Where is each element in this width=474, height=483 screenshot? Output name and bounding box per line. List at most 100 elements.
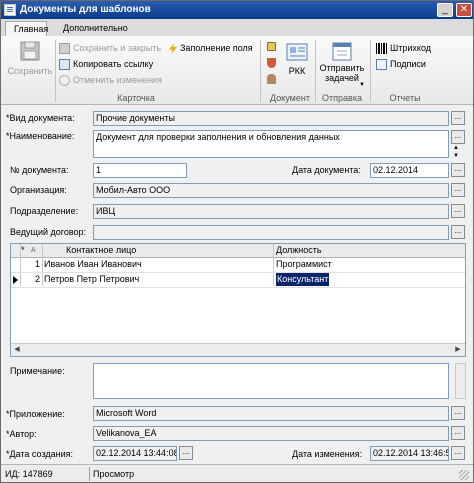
save-button[interactable]: Сохранить	[7, 40, 53, 76]
created-label: *Дата создания:	[6, 449, 73, 459]
doc-date-picker-button[interactable]: ...	[451, 163, 465, 177]
position-cell[interactable]: Консультант	[276, 273, 330, 286]
minimize-button[interactable]: _	[437, 3, 453, 17]
changed-label: Дата изменения:	[292, 449, 363, 459]
org-field[interactable]: Мобил-Авто ООО	[93, 183, 449, 198]
group-reports-label: Отчеты	[389, 93, 421, 103]
scroll-left-icon[interactable]: ◀	[12, 345, 22, 355]
group-document-label: Документ	[270, 93, 310, 103]
ribbon-tabs: Главная Дополнительно	[1, 19, 473, 37]
table-header: * A Контактное лицо Должность	[11, 244, 465, 258]
contract-picker-button[interactable]: ...	[451, 225, 465, 239]
doc-type-label: *Вид документа:	[6, 113, 75, 123]
header-position[interactable]: Должность	[276, 244, 322, 257]
row-number: 2	[35, 274, 41, 284]
save-icon	[20, 41, 40, 61]
author-label: *Автор:	[6, 429, 37, 439]
ribbon-divider	[55, 40, 56, 102]
cancel-changes-label: Отменить изменения	[73, 75, 162, 85]
person-icon	[267, 74, 276, 84]
card-icon	[286, 43, 308, 61]
group-card-label: Карточка	[117, 93, 155, 103]
dept-picker-button[interactable]: ...	[451, 204, 465, 218]
barcode-label: Штрихкод	[390, 43, 432, 53]
chevron-down-icon: ▼	[359, 82, 365, 88]
save-close-label: Сохранить и закрыть	[73, 43, 162, 53]
note-field[interactable]	[93, 363, 449, 399]
created-field[interactable]: 02.12.2014 13:44:08	[93, 446, 177, 461]
window: Документы для шаблонов _ ✕ Главная Допол…	[0, 0, 474, 483]
lightning-icon	[169, 43, 177, 55]
note-scrollbar[interactable]	[455, 363, 466, 399]
changed-field[interactable]: 02.12.2014 13:46:57	[370, 446, 449, 461]
shield-icon	[267, 58, 276, 68]
doc-date-label: Дата документа:	[292, 165, 361, 175]
horizontal-scrollbar[interactable]: ◀ ▶	[11, 343, 465, 356]
close-button[interactable]: ✕	[456, 3, 472, 17]
tab-additional[interactable]: Дополнительно	[55, 21, 136, 36]
scroll-down-arrow-icon: ▼	[453, 153, 459, 159]
changed-picker-button[interactable]: ...	[451, 446, 465, 460]
author-picker-button[interactable]: ...	[451, 426, 465, 440]
send-task-label-1: Отправить	[319, 63, 365, 73]
save-close-icon	[59, 43, 70, 55]
undo-icon	[59, 75, 70, 87]
status-mode: Просмотр	[93, 469, 135, 479]
status-bar: ИД: 147869 Просмотр	[1, 464, 473, 482]
scroll-right-icon[interactable]: ▶	[453, 345, 463, 355]
copy-link-button[interactable]: Копировать ссылку	[59, 57, 153, 71]
title-bar[interactable]: Документы для шаблонов _ ✕	[1, 1, 473, 19]
doc-type-picker-button[interactable]: ...	[451, 111, 465, 125]
contact-cell: Петров Петр Петрович	[44, 274, 140, 284]
app-field[interactable]: Microsoft Word	[93, 406, 449, 421]
app-label: *Приложение:	[6, 409, 65, 419]
org-picker-button[interactable]: ...	[451, 183, 465, 197]
position-cell: Программист	[276, 259, 332, 269]
dept-field[interactable]: ИВЦ	[93, 204, 449, 219]
status-divider	[89, 467, 90, 481]
link-icon	[59, 59, 70, 71]
tab-main[interactable]: Главная	[5, 21, 48, 36]
calendar-icon	[332, 42, 352, 61]
header-num[interactable]: A	[31, 244, 36, 257]
group-send-label: Отправка	[322, 93, 362, 103]
contract-field[interactable]	[93, 225, 449, 240]
author-field[interactable]: Velikanova_EA	[93, 426, 449, 441]
name-picker-button[interactable]: ...	[451, 130, 465, 144]
signatures-label: Подписи	[390, 59, 426, 69]
fill-fields-button[interactable]: Заполнение поля	[169, 41, 253, 55]
cancel-changes-button[interactable]: Отменить изменения	[59, 73, 162, 87]
document-icon	[4, 4, 16, 16]
window-title: Документы для шаблонов	[20, 4, 151, 15]
signatures-button[interactable]: Подписи	[376, 57, 426, 71]
dept-label: Подразделение:	[10, 206, 79, 216]
table-row[interactable]: 2 Петров Петр Петрович Консультант	[11, 273, 465, 288]
rkk-button[interactable]: РКК	[282, 42, 312, 76]
doc-type-field[interactable]: Прочие документы	[93, 111, 449, 126]
header-marker: *	[21, 245, 25, 255]
send-task-button[interactable]: Отправить задачей	[318, 40, 366, 83]
name-field[interactable]: Документ для проверки заполнения и обнов…	[93, 130, 449, 158]
doc-date-field[interactable]: 02.12.2014	[370, 163, 449, 178]
signature-icon	[376, 59, 387, 71]
ribbon-divider	[315, 40, 316, 102]
lock-icon	[267, 42, 276, 51]
header-contact[interactable]: Контактное лицо	[66, 244, 136, 257]
created-picker-button[interactable]: ...	[179, 446, 193, 460]
status-id: ИД: 147869	[5, 469, 53, 479]
contact-cell: Иванов Иван Иванович	[44, 259, 142, 269]
doc-num-label: № документа:	[10, 165, 69, 175]
resize-grip-icon[interactable]	[459, 470, 469, 480]
barcode-button[interactable]: Штрихкод	[376, 41, 431, 55]
contacts-table[interactable]: * A Контактное лицо Должность 1 Иванов И…	[10, 243, 466, 357]
ribbon: Сохранить Сохранить и закрыть Копировать…	[1, 36, 473, 105]
name-label: *Наименование:	[6, 131, 75, 141]
app-picker-button[interactable]: ...	[451, 406, 465, 420]
ribbon-divider	[260, 40, 261, 102]
contract-label: Ведущий договор:	[10, 227, 87, 237]
table-row[interactable]: 1 Иванов Иван Иванович Программист	[11, 258, 465, 273]
row-number: 1	[35, 259, 41, 269]
doc-num-field[interactable]: 1	[93, 163, 187, 178]
current-row-arrow-icon	[13, 276, 18, 284]
save-close-button[interactable]: Сохранить и закрыть	[59, 41, 161, 55]
